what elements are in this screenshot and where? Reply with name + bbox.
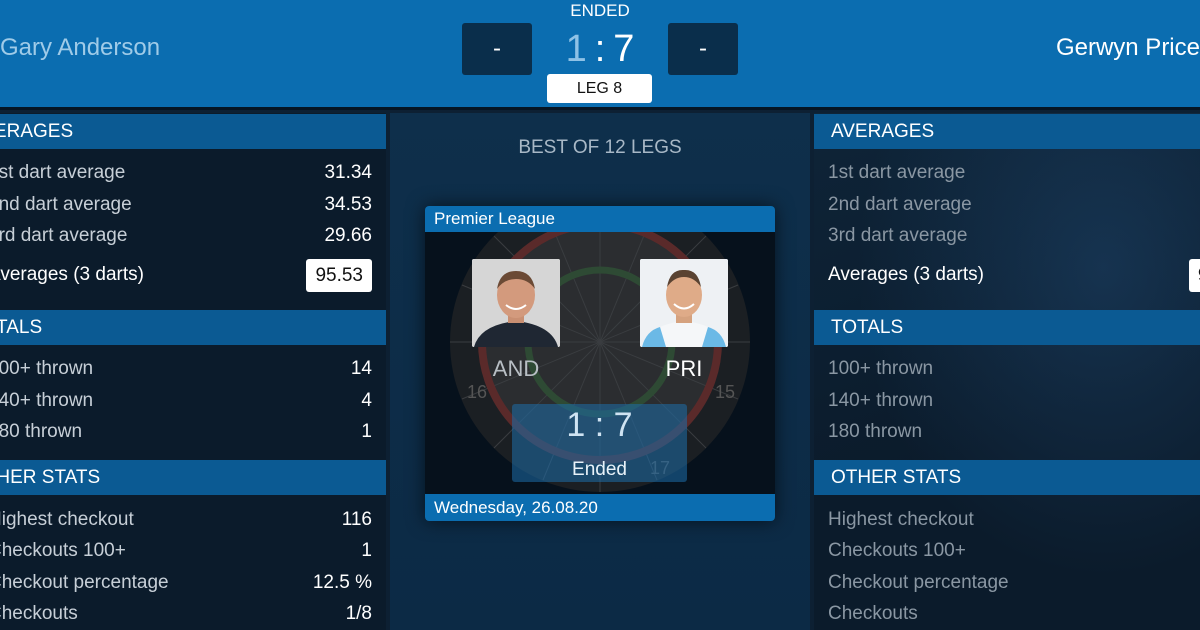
away-player-name[interactable]: Gerwyn Price bbox=[1056, 34, 1200, 62]
away-legs: 7 bbox=[613, 28, 635, 70]
averages-header: AVERAGES bbox=[814, 114, 1200, 149]
stat-label: Checkout percentage bbox=[828, 572, 1009, 593]
average-3-darts-value: 99 bbox=[1188, 259, 1200, 292]
match-date: Wednesday, 26.08.20 bbox=[425, 494, 775, 521]
stat-row: 3rd dart average 29.66 bbox=[0, 221, 386, 251]
stat-value: 1/8 bbox=[345, 603, 372, 624]
averages-header: AVERAGES bbox=[0, 114, 386, 149]
stat-label: 100+ thrown bbox=[828, 358, 934, 379]
stat-row: Averages (3 darts) 99 bbox=[814, 259, 1200, 292]
stat-value: 4 bbox=[361, 390, 372, 411]
stat-row: 100+ thrown bbox=[814, 354, 1200, 384]
stat-row: Checkouts 100+ 1 bbox=[0, 536, 386, 566]
stat-row: Highest checkout 116 bbox=[0, 505, 386, 535]
stat-row: 2nd dart average 3 bbox=[814, 190, 1200, 220]
stat-label: 180 thrown bbox=[828, 421, 923, 442]
home-player-photo bbox=[472, 259, 560, 347]
stat-value: 116 bbox=[341, 509, 372, 530]
stat-label: Checkout percentage bbox=[0, 572, 169, 593]
stat-label: Checkouts 100+ bbox=[0, 540, 126, 561]
stat-row: 1st dart average 31.34 bbox=[0, 158, 386, 188]
stat-label: Highest checkout bbox=[0, 509, 134, 530]
stat-value: 34.53 bbox=[324, 194, 372, 215]
stat-label: 140+ thrown bbox=[0, 390, 94, 411]
best-of-label: BEST OF 12 LEGS bbox=[518, 137, 682, 158]
stat-label: Highest checkout bbox=[828, 509, 974, 530]
stat-label: Checkouts bbox=[0, 603, 78, 624]
stat-label: 2nd dart average bbox=[0, 194, 132, 215]
score-separator: : bbox=[594, 28, 606, 70]
stat-label: 180 thrown bbox=[0, 421, 83, 442]
stat-value: 29.66 bbox=[324, 225, 372, 246]
average-3-darts-value: 95.53 bbox=[306, 259, 372, 292]
stat-value: 12.5 % bbox=[312, 572, 372, 593]
stat-value: 31.34 bbox=[324, 162, 372, 183]
board-number-15: 15 bbox=[715, 382, 735, 402]
stat-row: Checkout percentage 12.5 % bbox=[0, 568, 386, 598]
stat-label: 3rd dart average bbox=[0, 225, 128, 246]
away-abbreviation: PRI bbox=[665, 356, 703, 381]
leg-badge: LEG 8 bbox=[547, 74, 652, 103]
stat-label: 2nd dart average bbox=[828, 194, 972, 215]
stat-value: 14 bbox=[350, 358, 372, 379]
totals-header: TOTALS bbox=[0, 310, 386, 345]
other-stats-header: OTHER STATS bbox=[0, 460, 386, 495]
away-sets-box: - bbox=[668, 23, 738, 75]
home-legs: 1 bbox=[565, 28, 587, 70]
stat-row: Checkout percentage bbox=[814, 568, 1200, 598]
stat-row: 140+ thrown bbox=[814, 386, 1200, 416]
match-header: Gary Anderson ENDED - 1:7 - LEG 8 Gerwyn… bbox=[0, 0, 1200, 110]
stat-label: Averages (3 darts) bbox=[828, 264, 984, 285]
competition-name[interactable]: Premier League bbox=[425, 206, 775, 232]
stat-row: 100+ thrown 14 bbox=[0, 354, 386, 384]
stat-row: 180 thrown 1 bbox=[0, 417, 386, 447]
stat-row: Checkouts bbox=[814, 599, 1200, 629]
card-score-box: 1 : 7 Ended bbox=[512, 404, 687, 482]
away-player-photo bbox=[640, 259, 728, 347]
home-abbreviation: AND bbox=[492, 356, 540, 381]
stat-label: 3rd dart average bbox=[828, 225, 968, 246]
home-stats-panel: AVERAGES 1st dart average 31.34 2nd dart… bbox=[0, 113, 386, 630]
other-stats-header: OTHER STATS bbox=[814, 460, 1200, 495]
stat-row: Checkouts 100+ bbox=[814, 536, 1200, 566]
home-sets-box: - bbox=[462, 23, 532, 75]
stat-row: 2nd dart average 34.53 bbox=[0, 190, 386, 220]
stat-row: Highest checkout bbox=[814, 505, 1200, 535]
totals-header: TOTALS bbox=[814, 310, 1200, 345]
stat-value: 1 bbox=[361, 540, 372, 561]
stat-value: 1 bbox=[361, 421, 372, 442]
stat-label: 140+ thrown bbox=[828, 390, 934, 411]
card-match-status: Ended bbox=[572, 459, 627, 480]
stat-label: 1st dart average bbox=[0, 162, 126, 183]
stat-label: 100+ thrown bbox=[0, 358, 94, 379]
away-stats-panel: AVERAGES 1st dart average 3 2nd dart ave… bbox=[814, 113, 1200, 630]
stat-row: 3rd dart average 3 bbox=[814, 221, 1200, 251]
stat-row: 180 thrown bbox=[814, 417, 1200, 447]
card-score: 1 : 7 bbox=[566, 406, 633, 444]
stat-row: 1st dart average 3 bbox=[814, 158, 1200, 188]
board-number-16: 16 bbox=[467, 382, 487, 402]
match-card[interactable]: 20 16 15 17 Premier League AND PRI 1 : bbox=[425, 206, 775, 521]
stat-row: Checkouts 1/8 bbox=[0, 599, 386, 629]
stat-label: Checkouts bbox=[828, 603, 918, 624]
stat-label: Averages (3 darts) bbox=[0, 264, 144, 285]
leg-score: 1:7 bbox=[532, 24, 668, 74]
stat-label: 1st dart average bbox=[828, 162, 966, 183]
home-player-name[interactable]: Gary Anderson bbox=[0, 34, 160, 62]
match-status: ENDED bbox=[570, 1, 630, 20]
stat-label: Checkouts 100+ bbox=[828, 540, 966, 561]
stat-row: Averages (3 darts) 95.53 bbox=[0, 259, 386, 292]
stat-row: 140+ thrown 4 bbox=[0, 386, 386, 416]
